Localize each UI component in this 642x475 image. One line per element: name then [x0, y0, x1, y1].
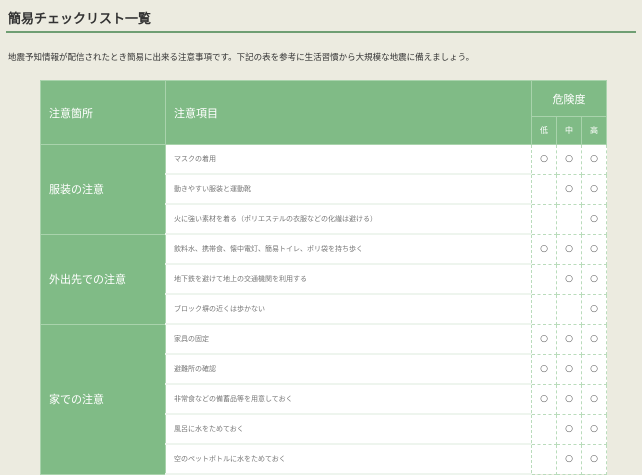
header-place: 注意箇所: [40, 80, 166, 145]
level-mid-cell: ○: [556, 233, 582, 265]
level-low-cell: ○: [531, 323, 557, 355]
item-text: マスクの着用: [165, 144, 532, 175]
level-high-cell: ○: [580, 144, 608, 175]
item-text: 風呂に水をためておく: [165, 414, 532, 445]
level-low-cell: ○: [531, 383, 557, 415]
title-divider: [6, 31, 636, 33]
table-row: 家での注意 家具の固定 ○ ○ ○: [40, 323, 608, 475]
level-high-cell: ○: [580, 413, 608, 445]
level-high-cell: ○: [580, 203, 608, 235]
item-text: ブロック塀の近くは歩かない: [165, 294, 532, 325]
level-low-cell: ○: [531, 233, 557, 265]
level-mid-cell: [556, 203, 582, 235]
level-high-cell: ○: [580, 383, 608, 415]
level-low-cell: ○: [531, 144, 557, 175]
item-text: 飲料水、携帯食、懐中電灯、簡易トイレ、ポリ袋を持ち歩く: [165, 234, 532, 265]
table-row: 服装の注意 マスクの着用 ○ ○ ○: [40, 144, 608, 235]
level-mid-cell: ○: [556, 263, 582, 295]
item-text: 空のペットボトルに水をためておく: [165, 444, 532, 475]
group-label: 家での注意: [40, 323, 166, 475]
header-mid: 中: [556, 116, 582, 145]
level-high-cell: ○: [580, 323, 608, 355]
level-high-cell: ○: [580, 443, 608, 475]
level-low-cell: [531, 443, 557, 475]
header-high: 高: [580, 116, 608, 145]
header-low: 低: [531, 116, 557, 145]
header-item: 注意項目: [165, 80, 532, 145]
level-low-cell: ○: [531, 353, 557, 385]
level-mid-cell: ○: [556, 173, 582, 205]
level-mid-cell: ○: [556, 413, 582, 445]
level-low-cell: [531, 413, 557, 445]
level-mid-cell: ○: [556, 443, 582, 475]
group-label: 服装の注意: [40, 144, 166, 235]
table-row: 外出先での注意 飲料水、携帯食、懐中電灯、簡易トイレ、ポリ袋を持ち歩く ○ ○ ○: [40, 233, 608, 325]
level-low-cell: [531, 293, 557, 325]
item-text: 地下鉄を避けて地上の交通機関を利用する: [165, 264, 532, 295]
level-low-cell: [531, 173, 557, 205]
checklist-table: 注意箇所 注意項目 危険度 低 中 高 服装の注意 マスクの着用 ○ ○ ○ 動きやすい服…: [40, 80, 608, 475]
page-title: 簡易チェックリスト一覧: [8, 12, 152, 27]
level-high-cell: ○: [580, 263, 608, 295]
item-text: 火に強い素材を着る（ポリエステルの衣服などの化繊は避ける）: [165, 204, 532, 235]
item-text: 家具の固定: [165, 324, 532, 355]
level-mid-cell: ○: [556, 144, 582, 175]
level-mid-cell: [556, 293, 582, 325]
level-low-cell: [531, 203, 557, 235]
item-text: 動きやすい服装と運動靴: [165, 174, 532, 205]
item-text: 非常食などの備蓄品等を用意しておく: [165, 384, 532, 415]
level-high-cell: ○: [580, 173, 608, 205]
level-high-cell: ○: [580, 233, 608, 265]
group-label: 外出先での注意: [40, 233, 166, 325]
level-high-cell: ○: [580, 353, 608, 385]
level-low-cell: [531, 263, 557, 295]
description: 地震予知情報が配信されたとき簡易に出来る注意事項です。下記の表を参考に生活習慣か…: [8, 53, 475, 63]
level-mid-cell: ○: [556, 353, 582, 385]
level-high-cell: ○: [580, 293, 608, 325]
item-text: 避難所の確認: [165, 354, 532, 385]
header-danger: 危険度: [530, 80, 608, 117]
level-mid-cell: ○: [556, 323, 582, 355]
level-mid-cell: ○: [556, 383, 582, 415]
